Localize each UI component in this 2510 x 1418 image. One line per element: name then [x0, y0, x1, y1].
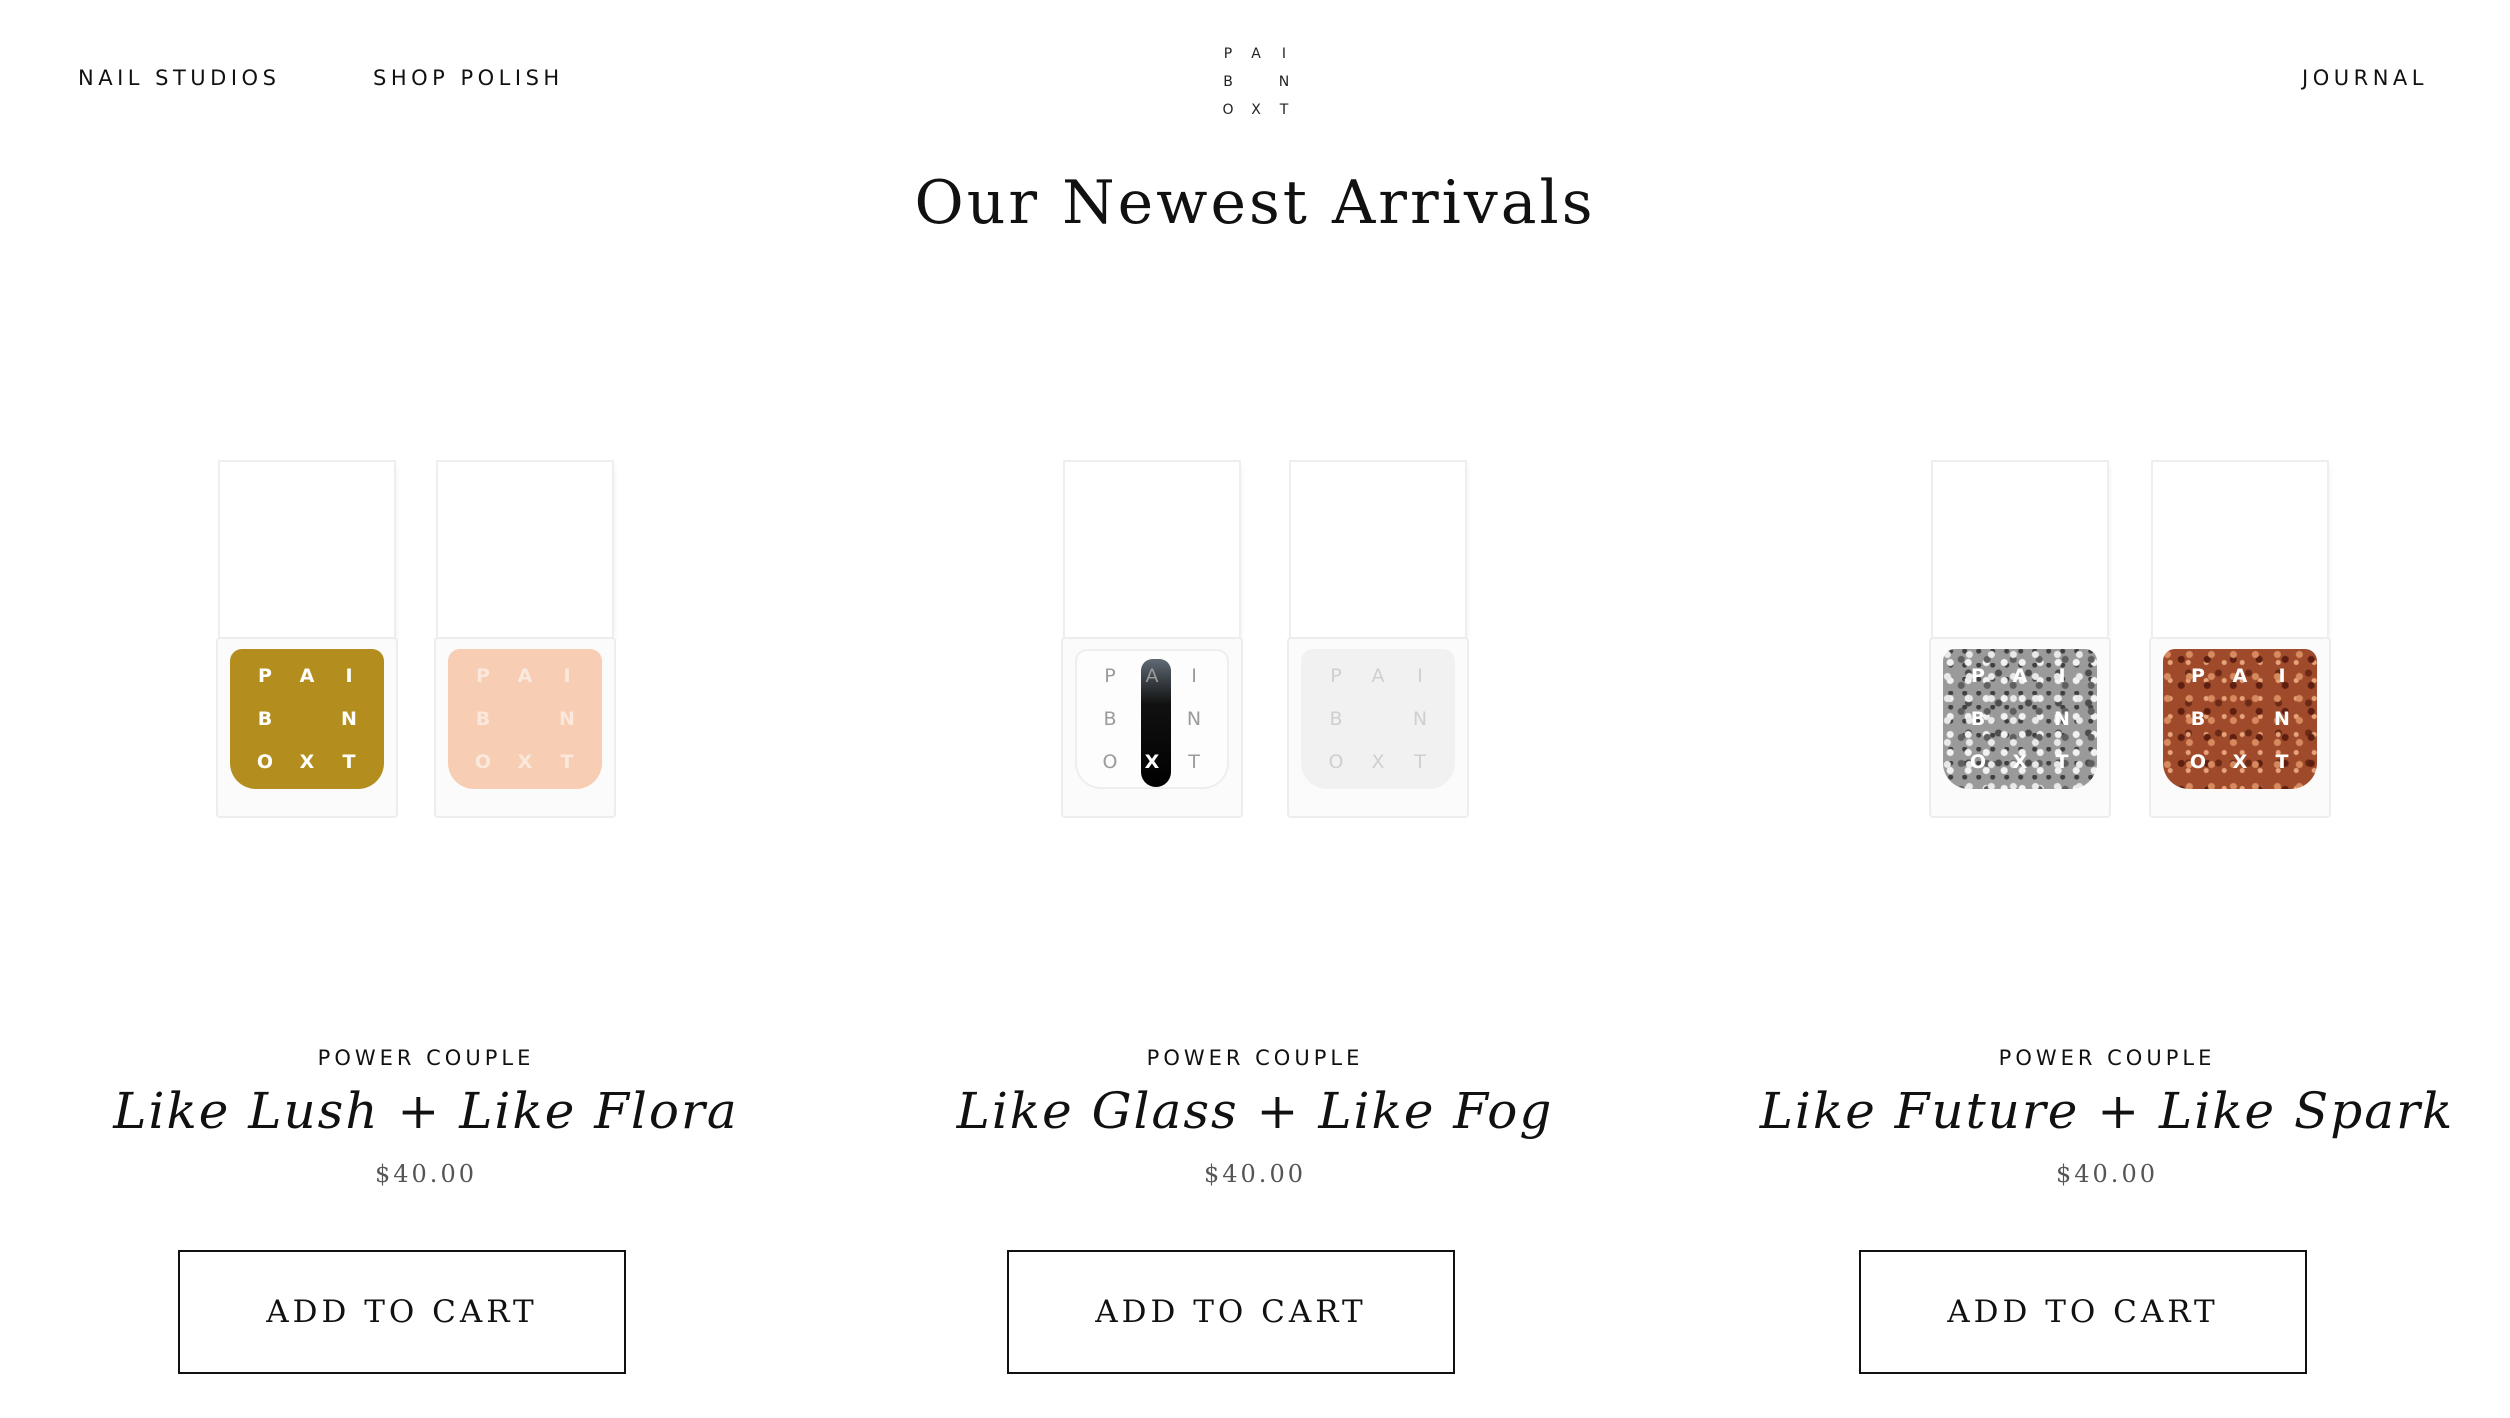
add-to-cart-button[interactable]: ADD TO CART	[1007, 1250, 1455, 1374]
bottle-glass: PAIBNOXT	[1929, 637, 2111, 818]
logo-letter: X	[1251, 102, 1261, 118]
polish-bottle: PAIBNOXT	[2149, 462, 2331, 818]
bottle-glass: PAIBNOXT	[1061, 637, 1243, 818]
logo-letter: N	[1278, 74, 1290, 90]
product-price: $40.00	[375, 1160, 477, 1188]
product-price: $40.00	[1204, 1160, 1306, 1188]
product-image[interactable]: PAIBNOXT PAIBNOXT	[1681, 400, 2510, 960]
bottle-label: PAIBNOXT	[1328, 665, 1428, 773]
bottle-label: PAIBNOXT	[1102, 665, 1202, 773]
logo-letter: P	[1223, 46, 1233, 62]
bottle-label: PAIBNOXT	[474, 665, 575, 773]
bottle-glass: PAIBNOXT	[216, 637, 398, 818]
product-card: PAIBNOXT PAIBNOXT POWER COUPLE Like Futu…	[1681, 400, 2510, 1400]
nav-link-nail-studios[interactable]: NAIL STUDIOS	[78, 66, 280, 90]
polish-bottle: PAIBNOXT	[1061, 462, 1243, 818]
bottle-glass: PAIBNOXT	[2149, 637, 2331, 818]
product-price: $40.00	[2056, 1160, 2158, 1188]
product-card: PAIBNOXT PAIBNOXT POWER COUPLE Like Lush…	[0, 400, 852, 1400]
bottle-cap	[1065, 462, 1239, 637]
product-image[interactable]: PAIBNOXT PAIBNOXT	[0, 400, 852, 960]
bottle-glass: PAIBNOXT	[1287, 637, 1469, 818]
product-name[interactable]: Like Glass + Like Fog	[829, 1082, 1681, 1140]
page-title: Our Newest Arrivals	[914, 168, 1596, 238]
logo-letter: T	[1279, 102, 1289, 118]
bottle-label: PAIBNOXT	[1969, 665, 2070, 773]
product-card: PAIBNOXT PAIBNOXT POWER COUPLE Like Glas…	[829, 400, 1681, 1400]
logo-letter: B	[1223, 74, 1233, 90]
nav-link-shop-polish[interactable]: SHOP POLISH	[373, 66, 564, 90]
collection-label: POWER COUPLE	[1146, 1046, 1364, 1070]
product-name[interactable]: Like Lush + Like Flora	[0, 1082, 852, 1140]
bottle-cap	[1291, 462, 1465, 637]
bottle-label: PAIBNOXT	[2189, 665, 2290, 773]
site-header: NAIL STUDIOS SHOP POLISH P A I B N O X T…	[0, 0, 2510, 160]
bottle-glass: PAIBNOXT	[434, 637, 616, 818]
polish-bottle: PAIBNOXT	[434, 462, 616, 818]
logo-letter: O	[1222, 102, 1234, 118]
logo-letter: A	[1251, 46, 1261, 62]
add-to-cart-button[interactable]: ADD TO CART	[1859, 1250, 2307, 1374]
polish-bottle: PAIBNOXT	[216, 462, 398, 818]
product-name[interactable]: Like Future + Like Spark	[1681, 1082, 2510, 1140]
bottle-cap	[438, 462, 612, 637]
bottle-label: PAIBNOXT	[256, 665, 357, 773]
polish-bottle: PAIBNOXT	[1287, 462, 1469, 818]
bottle-cap	[2153, 462, 2327, 637]
product-image[interactable]: PAIBNOXT PAIBNOXT	[829, 400, 1681, 960]
add-to-cart-button[interactable]: ADD TO CART	[178, 1250, 626, 1374]
bottle-cap	[1933, 462, 2107, 637]
bottle-cap	[220, 462, 394, 637]
collection-label: POWER COUPLE	[317, 1046, 535, 1070]
polish-bottle: PAIBNOXT	[1929, 462, 2111, 818]
logo-letter	[1242, 68, 1270, 96]
collection-label: POWER COUPLE	[1998, 1046, 2216, 1070]
nav-link-journal[interactable]: JOURNAL	[2302, 66, 2428, 90]
brand-logo[interactable]: P A I B N O X T	[1214, 40, 1300, 124]
logo-letter: I	[1281, 46, 1287, 62]
